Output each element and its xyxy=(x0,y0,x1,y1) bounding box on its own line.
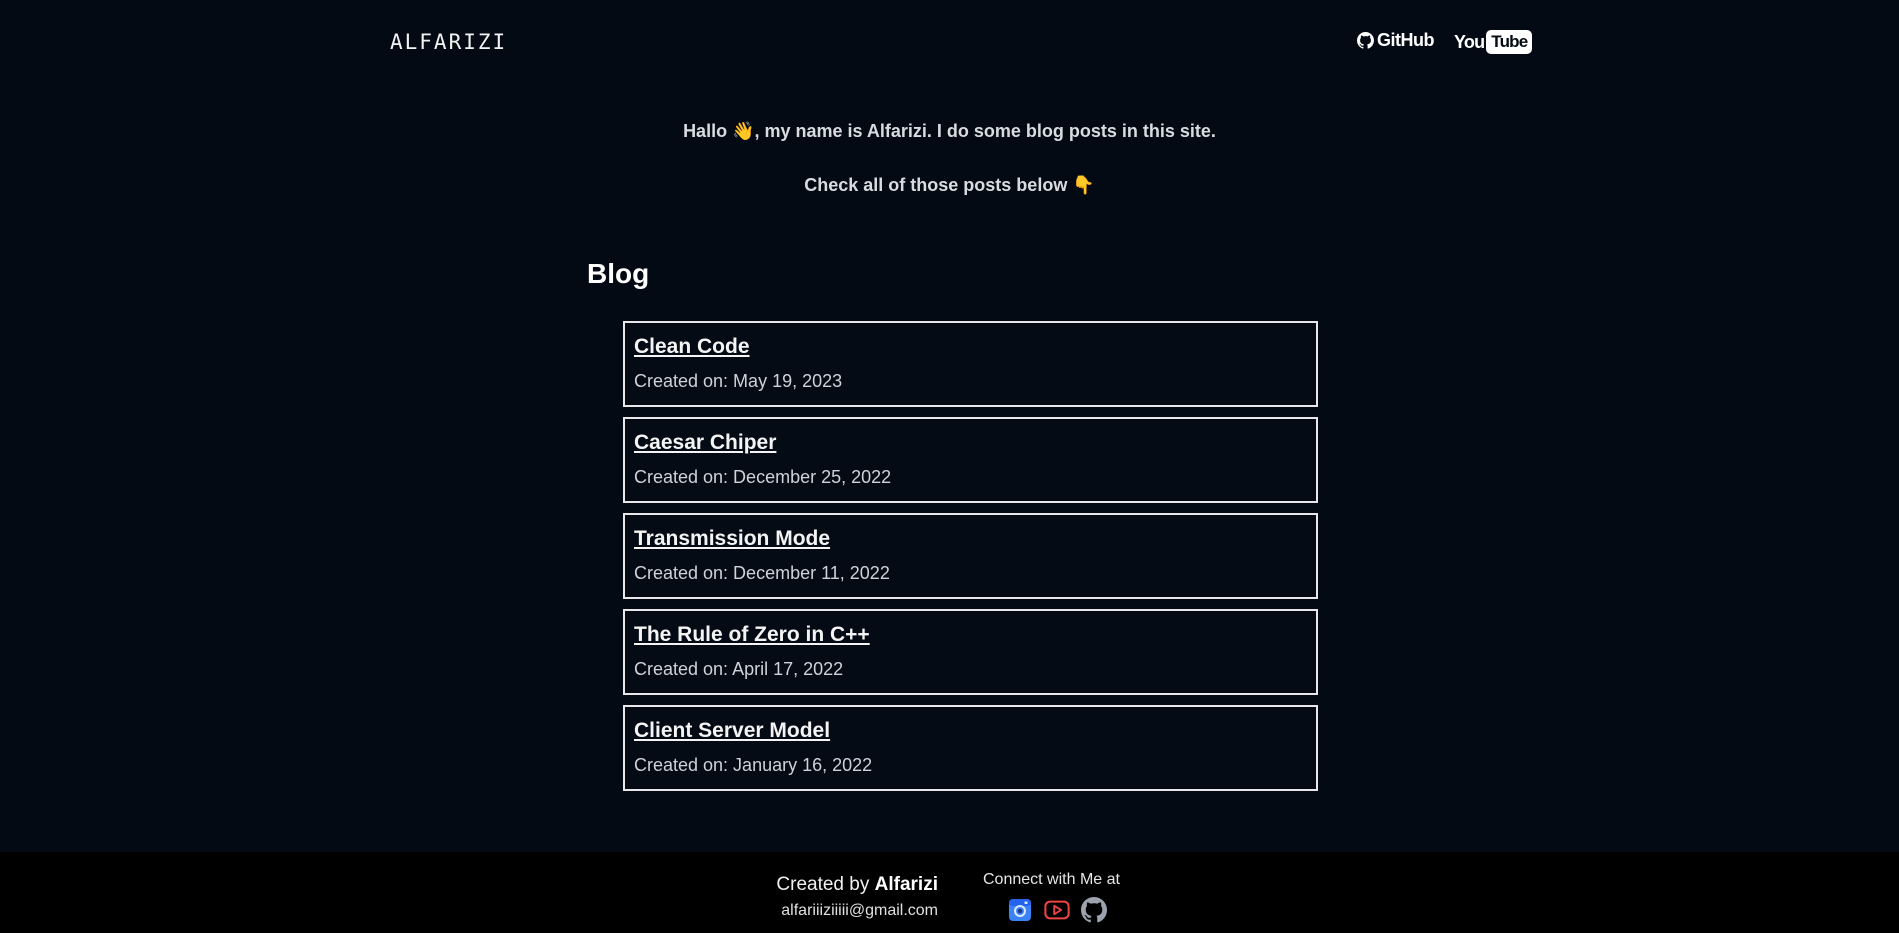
blog-post-card[interactable]: Clean Code Created on: May 19, 2023 xyxy=(623,321,1318,407)
post-title-link[interactable]: The Rule of Zero in C++ xyxy=(634,623,1316,647)
site-footer: Created by Alfarizi alfariiiziiiii@gmail… xyxy=(0,852,1899,933)
blog-post-list: Clean Code Created on: May 19, 2023 Caes… xyxy=(623,321,1318,801)
post-date: Created on: December 25, 2022 xyxy=(634,467,892,487)
github-icon xyxy=(1357,32,1374,49)
footer-email[interactable]: alfariiiziiiii@gmail.com xyxy=(781,902,938,920)
social-links xyxy=(1007,897,1107,923)
post-title-link[interactable]: Clean Code xyxy=(634,335,1316,359)
intro-instruction: Check all of those posts below 👇 xyxy=(804,175,1095,195)
credit-author: Alfarizi xyxy=(874,874,938,895)
post-title-link[interactable]: Transmission Mode xyxy=(634,527,1316,551)
connect-label: Connect with Me at xyxy=(983,871,1120,888)
post-date: Created on: May 19, 2023 xyxy=(634,371,843,391)
credit-prefix: Created by xyxy=(776,874,870,895)
blog-post-card[interactable]: The Rule of Zero in C++ Created on: Apri… xyxy=(623,609,1318,695)
blog-post-card[interactable]: Transmission Mode Created on: December 1… xyxy=(623,513,1318,599)
site-header: ALFARIZI GitHub You Tube xyxy=(0,0,1899,90)
post-title-link[interactable]: Client Server Model xyxy=(634,719,1316,743)
post-date: Created on: January 16, 2022 xyxy=(634,755,873,775)
blog-post-card[interactable]: Caesar Chiper Created on: December 25, 2… xyxy=(623,417,1318,503)
github-nav-link[interactable]: GitHub xyxy=(1357,30,1435,51)
footer-credit: Created by Alfarizi xyxy=(776,874,938,896)
blog-post-card[interactable]: Client Server Model Created on: January … xyxy=(623,705,1318,791)
youtube-logo-you: You xyxy=(1454,31,1485,52)
youtube-nav-link[interactable]: You Tube xyxy=(1454,30,1533,54)
intro-greeting: Hallo 👋, my name is Alfarizi. I do some … xyxy=(683,121,1216,141)
instagram-icon[interactable] xyxy=(1007,897,1033,923)
post-date: Created on: April 17, 2022 xyxy=(634,659,844,679)
youtube-icon[interactable] xyxy=(1044,897,1070,923)
site-logo[interactable]: ALFARIZI xyxy=(390,30,507,54)
post-title-link[interactable]: Caesar Chiper xyxy=(634,431,1316,455)
post-date: Created on: December 11, 2022 xyxy=(634,563,890,583)
blog-heading: Blog xyxy=(587,258,650,289)
github-icon[interactable] xyxy=(1081,897,1107,923)
github-nav-label: GitHub xyxy=(1377,30,1435,50)
youtube-logo-tube: Tube xyxy=(1486,30,1533,54)
